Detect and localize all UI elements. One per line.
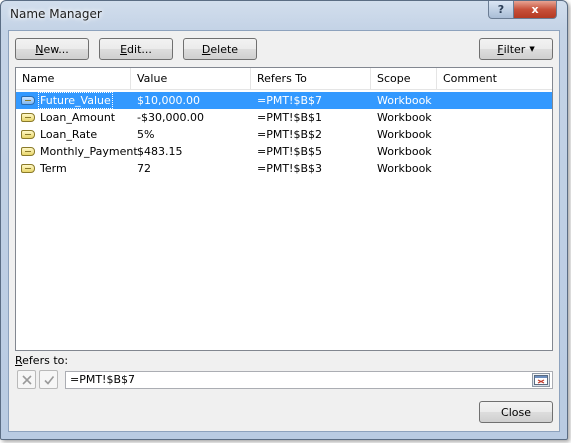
row-name: Monthly_Payment — [40, 145, 138, 158]
new-button[interactable]: New... — [15, 38, 89, 60]
table-row[interactable]: Future_Value $10,000.00 =PMT!$B$7 Workbo… — [16, 92, 552, 109]
defined-name-icon — [21, 113, 35, 122]
row-scope: Workbook — [377, 111, 432, 124]
dialog-client-area: New... Edit... Delete Filter ▼ Name Value… — [8, 30, 560, 432]
list-header: Name Value Refers To Scope Comment — [16, 68, 552, 90]
range-select-icon — [534, 375, 548, 385]
cancel-edit-button[interactable] — [17, 370, 36, 389]
close-window-button[interactable]: x — [514, 1, 557, 19]
edit-button-label: dit... — [127, 42, 152, 56]
edit-button-accel: E — [120, 42, 128, 56]
column-header-scope[interactable]: Scope — [371, 68, 437, 90]
commit-edit-button[interactable] — [39, 370, 58, 389]
defined-name-icon — [21, 147, 35, 156]
edit-button[interactable]: Edit... — [99, 38, 173, 60]
row-name: Future_Value — [38, 92, 113, 109]
row-refers-to: =PMT!$B$2 — [257, 128, 323, 141]
refers-to-input[interactable]: =PMT!$B$7 — [65, 371, 553, 389]
title-bar[interactable]: Name Manager ? x — [1, 1, 567, 31]
table-row[interactable]: Monthly_Payment $483.15 =PMT!$B$5 Workbo… — [16, 143, 552, 160]
column-header-refers-to[interactable]: Refers To — [251, 68, 371, 90]
checkmark-icon — [43, 375, 54, 385]
row-scope: Workbook — [377, 145, 432, 158]
row-value: $10,000.00 — [137, 94, 200, 107]
collapse-dialog-button[interactable] — [532, 373, 550, 387]
close-icon: x — [531, 3, 539, 16]
defined-name-icon — [21, 164, 35, 173]
table-row[interactable]: Term 72 =PMT!$B$3 Workbook — [16, 160, 552, 177]
column-header-name[interactable]: Name — [16, 68, 131, 90]
help-button[interactable]: ? — [488, 1, 514, 19]
new-button-label: ew... — [43, 42, 69, 56]
close-button[interactable]: Close — [479, 401, 553, 423]
cancel-x-icon — [21, 374, 32, 385]
names-list[interactable]: Name Value Refers To Scope Comment Futur… — [15, 67, 553, 351]
row-name: Term — [40, 162, 67, 175]
row-scope: Workbook — [377, 94, 432, 107]
defined-name-icon — [21, 130, 35, 139]
row-name: Loan_Rate — [40, 128, 98, 141]
help-icon: ? — [497, 3, 505, 16]
table-row[interactable]: Loan_Rate 5% =PMT!$B$2 Workbook — [16, 126, 552, 143]
table-row[interactable]: Loan_Amount -$30,000.00 =PMT!$B$1 Workbo… — [16, 109, 552, 126]
delete-button-accel: D — [201, 42, 211, 56]
caption-buttons: ? x — [488, 1, 557, 19]
dropdown-caret-icon: ▼ — [529, 45, 535, 53]
row-value: -$30,000.00 — [137, 111, 204, 124]
row-refers-to: =PMT!$B$7 — [257, 94, 323, 107]
column-header-value[interactable]: Value — [131, 68, 251, 90]
defined-name-icon — [21, 96, 35, 105]
column-header-comment[interactable]: Comment — [437, 68, 552, 90]
refers-to-label-text: efers to: — [22, 354, 69, 367]
window-title: Name Manager — [10, 7, 102, 21]
filter-button-label: ilter — [503, 42, 526, 56]
row-value: 5% — [137, 128, 155, 141]
refers-to-value: =PMT!$B$7 — [70, 373, 136, 386]
row-refers-to: =PMT!$B$1 — [257, 111, 323, 124]
refers-to-label: Refers to: — [15, 354, 68, 367]
row-scope: Workbook — [377, 128, 432, 141]
delete-button[interactable]: Delete — [183, 38, 257, 60]
row-refers-to: =PMT!$B$3 — [257, 162, 323, 175]
row-scope: Workbook — [377, 162, 432, 175]
filter-button[interactable]: Filter ▼ — [479, 38, 553, 60]
row-value: $483.15 — [137, 145, 183, 158]
delete-button-label: elete — [210, 42, 239, 56]
row-refers-to: =PMT!$B$5 — [257, 145, 323, 158]
row-value: 72 — [137, 162, 151, 175]
row-name: Loan_Amount — [40, 111, 116, 124]
name-manager-window: Name Manager ? x New... Edit... Delete F… — [0, 0, 568, 440]
new-button-accel: N — [35, 42, 44, 56]
